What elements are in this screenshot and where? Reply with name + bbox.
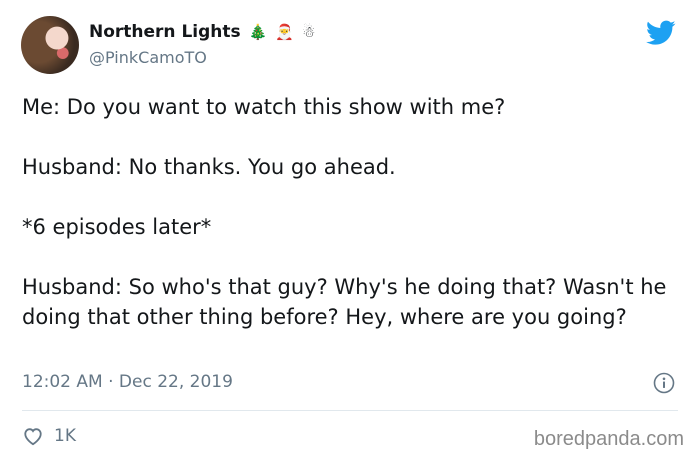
tweet-text: Me: Do you want to watch this show with … xyxy=(22,95,667,329)
snowman-emoji: ☃ xyxy=(302,22,316,41)
divider xyxy=(22,410,678,411)
like-count: 1K xyxy=(54,426,76,446)
like-action[interactable]: 1K xyxy=(22,426,76,446)
info-icon[interactable] xyxy=(653,372,675,394)
christmas-tree-emoji: 🎄 xyxy=(248,22,268,41)
heart-icon[interactable] xyxy=(22,426,44,446)
author-display-name[interactable]: Northern Lights xyxy=(89,22,241,42)
santa-emoji: 🎅 xyxy=(275,22,295,41)
tweet-timestamp[interactable]: 12:02 AM · Dec 22, 2019 xyxy=(22,372,233,392)
watermark: boredpanda.com xyxy=(533,428,684,450)
author-name-row: Northern Lights 🎄 🎅 ☃ xyxy=(89,22,315,42)
twitter-bird-icon[interactable] xyxy=(646,20,676,46)
author-handle[interactable]: @PinkCamoTO xyxy=(89,48,207,67)
avatar[interactable] xyxy=(21,16,79,74)
